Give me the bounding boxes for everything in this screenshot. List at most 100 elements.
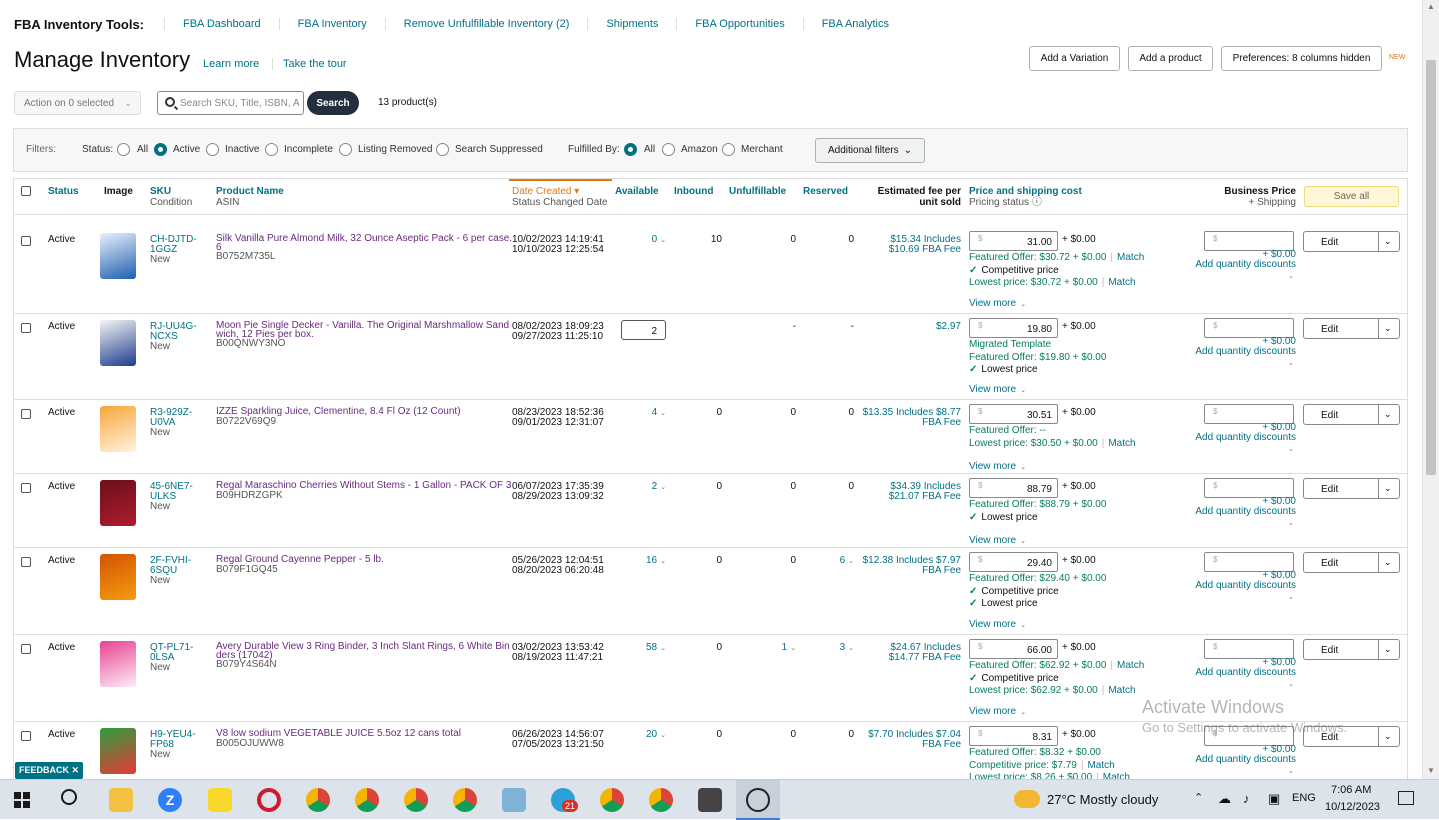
nav-fba-opportunities[interactable]: FBA Opportunities <box>676 18 802 30</box>
row-checkbox[interactable] <box>21 236 31 246</box>
available-qty[interactable]: 4 ⌄ <box>614 408 666 419</box>
row-checkbox[interactable] <box>21 644 31 654</box>
col-reserved[interactable]: Reserved <box>803 186 848 197</box>
fulfilled-option-all[interactable]: All <box>644 144 655 155</box>
row-checkbox[interactable] <box>21 483 31 493</box>
view-more-link[interactable]: View more ⌄ <box>969 299 1026 310</box>
add-quantity-discounts-link[interactable]: Add quantity discounts <box>1174 668 1296 678</box>
fulfilled-radio-all[interactable] <box>624 143 637 156</box>
business-price-input[interactable]: $ <box>1204 404 1294 424</box>
chrome-profile-1-icon[interactable] <box>306 788 330 812</box>
business-price-input[interactable]: $ <box>1204 231 1294 251</box>
available-value[interactable]: 20 <box>646 729 657 740</box>
chevron-down-icon[interactable]: ⌄ <box>1288 680 1294 690</box>
available-value[interactable]: 0 <box>652 234 658 245</box>
zoom-app-icon[interactable]: Z <box>158 788 182 812</box>
chevron-down-icon[interactable]: ⌄ <box>1384 731 1392 742</box>
edit-button[interactable]: Edit ⌄ <box>1303 231 1400 252</box>
price-input[interactable]: $19.80 <box>969 318 1058 338</box>
nav-fba-analytics[interactable]: FBA Analytics <box>802 18 907 30</box>
chevron-down-icon[interactable]: ⌄ <box>1384 557 1392 568</box>
available-value[interactable]: 4 <box>652 407 658 418</box>
edit-button[interactable]: Edit ⌄ <box>1303 478 1400 499</box>
status-option-inactive[interactable]: Inactive <box>225 144 259 155</box>
additional-filters-button[interactable]: Additional filters ⌄ <box>815 138 925 163</box>
clock-date[interactable]: 10/12/2023 <box>1325 801 1380 813</box>
sticky-notes-icon[interactable] <box>208 788 232 812</box>
col-sku[interactable]: SKU <box>150 186 192 197</box>
available-qty[interactable]: 58 ⌄ <box>614 643 666 654</box>
product-image[interactable] <box>100 480 136 526</box>
nav-fba-dashboard[interactable]: FBA Dashboard <box>164 18 279 30</box>
chevron-down-icon[interactable]: ⌄ <box>1384 409 1392 420</box>
business-price-input[interactable]: $ <box>1204 552 1294 572</box>
available-qty-input[interactable]: 2 <box>621 320 666 340</box>
weather-text[interactable]: 27°C Mostly cloudy <box>1047 792 1158 807</box>
status-option-all[interactable]: All <box>137 144 148 155</box>
col-inbound[interactable]: Inbound <box>674 186 713 197</box>
available-value[interactable]: 58 <box>646 642 657 653</box>
status-option-listing-removed[interactable]: Listing Removed <box>358 144 432 155</box>
product-image[interactable] <box>100 406 136 452</box>
notifications-icon[interactable] <box>1398 791 1414 805</box>
chevron-down-icon[interactable]: ⌄ <box>1384 323 1392 334</box>
preferences-button[interactable]: Preferences: 8 columns hidden <box>1221 46 1382 71</box>
status-radio-inactive[interactable] <box>206 143 219 156</box>
est-fee-line2[interactable]: FBA Fee <box>844 418 961 428</box>
add-quantity-discounts-link[interactable]: Add quantity discounts <box>1174 581 1296 591</box>
edit-button[interactable]: Edit ⌄ <box>1303 552 1400 573</box>
row-checkbox[interactable] <box>21 557 31 567</box>
scroll-down-icon[interactable]: ▼ <box>1427 766 1435 775</box>
bulk-action-select[interactable]: Action on 0 selected ⌄ <box>14 91 141 115</box>
est-fee-line1[interactable]: $2.97 <box>844 322 961 332</box>
add-variation-button[interactable]: Add a Variation <box>1029 46 1120 71</box>
chrome-profile-4-icon[interactable] <box>453 788 477 812</box>
row-checkbox[interactable] <box>21 323 31 333</box>
chrome-profile-2-icon[interactable] <box>355 788 379 812</box>
est-fee-line2[interactable]: $21.07 FBA Fee <box>844 492 961 502</box>
chevron-down-icon[interactable]: ⌄ <box>1288 767 1294 777</box>
add-quantity-discounts-link[interactable]: Add quantity discounts <box>1174 433 1296 443</box>
col-date-created[interactable]: Date Created ▾ <box>512 186 608 197</box>
col-status[interactable]: Status <box>48 186 79 197</box>
language-indicator[interactable]: ENG <box>1292 792 1316 804</box>
nav-shipments[interactable]: Shipments <box>587 18 676 30</box>
product-image[interactable] <box>100 554 136 600</box>
col-product-name[interactable]: Product Name <box>216 186 284 197</box>
opera-icon[interactable] <box>257 788 281 812</box>
take-tour-link[interactable]: Take the tour <box>272 58 347 70</box>
photos-app-icon[interactable] <box>746 788 770 812</box>
price-input[interactable]: $31.00 <box>969 231 1058 251</box>
view-more-link[interactable]: View more ⌄ <box>969 536 1026 547</box>
available-qty[interactable]: 0 ⌄ <box>614 235 666 246</box>
match-price-link[interactable]: Match <box>1117 252 1144 263</box>
chevron-down-icon[interactable]: ⌄ <box>1288 593 1294 603</box>
chrome-profile-6-icon[interactable] <box>649 788 673 812</box>
tray-chevron-up-icon[interactable]: ⌃ <box>1194 791 1203 804</box>
match-price-link[interactable]: Match <box>1117 660 1144 671</box>
view-more-link[interactable]: View more ⌄ <box>969 707 1026 718</box>
price-input[interactable]: $30.51 <box>969 404 1058 424</box>
edit-button[interactable]: Edit ⌄ <box>1303 318 1400 339</box>
view-more-link[interactable]: View more ⌄ <box>969 620 1026 631</box>
price-input[interactable]: $88.79 <box>969 478 1058 498</box>
status-option-incomplete[interactable]: Incomplete <box>284 144 333 155</box>
price-input[interactable]: $29.40 <box>969 552 1058 572</box>
chevron-down-icon[interactable]: ⌄ <box>1288 272 1294 282</box>
match-price-link[interactable]: Match <box>1108 277 1135 288</box>
available-qty[interactable]: 2 ⌄ <box>614 482 666 493</box>
add-product-button[interactable]: Add a product <box>1128 46 1213 71</box>
add-quantity-discounts-link[interactable]: Add quantity discounts <box>1174 260 1296 270</box>
product-image[interactable] <box>100 641 136 687</box>
chrome-profile-5-icon[interactable] <box>600 788 624 812</box>
nav-remove-unfulfillable[interactable]: Remove Unfulfillable Inventory (2) <box>384 18 588 30</box>
status-radio-incomplete[interactable] <box>265 143 278 156</box>
learn-more-link[interactable]: Learn more <box>203 58 259 70</box>
available-value[interactable]: 2 <box>652 481 658 492</box>
chevron-down-icon[interactable]: ⌄ <box>1384 236 1392 247</box>
status-radio-active[interactable] <box>154 143 167 156</box>
windows-start-icon[interactable] <box>14 792 30 808</box>
select-all-checkbox[interactable] <box>21 186 31 196</box>
chevron-down-icon[interactable]: ⌄ <box>1384 483 1392 494</box>
edit-button[interactable]: Edit ⌄ <box>1303 404 1400 425</box>
